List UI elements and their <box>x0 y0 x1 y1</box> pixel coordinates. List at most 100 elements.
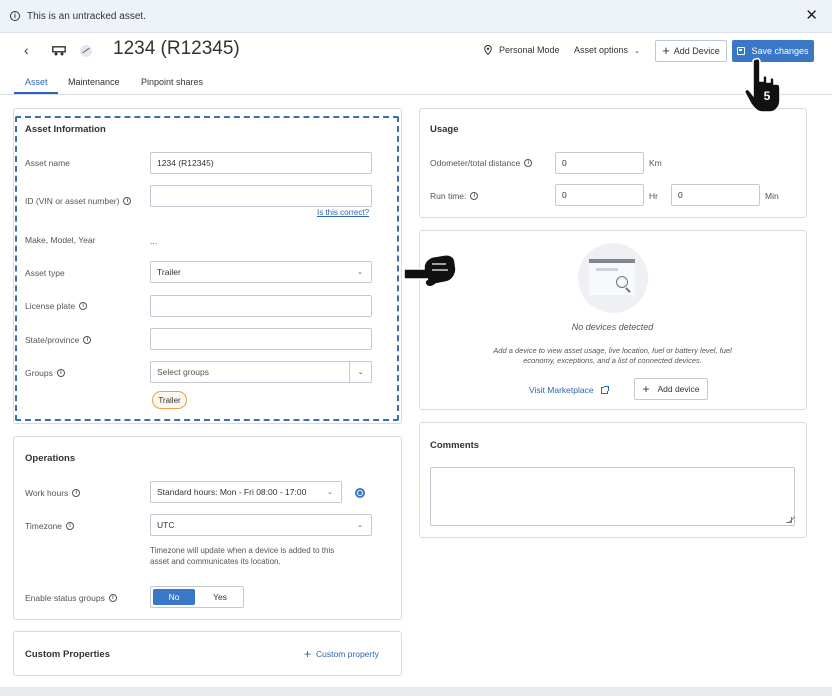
settings-gear-icon[interactable] <box>355 488 365 498</box>
odometer-label-text: Odometer/total distance <box>430 158 521 168</box>
state-province-input[interactable] <box>150 328 372 350</box>
groups-placeholder: Select groups <box>157 367 209 377</box>
back-chevron-icon[interactable]: ‹ <box>24 42 29 58</box>
plus-icon: + <box>642 382 650 396</box>
info-icon[interactable]: i <box>524 159 533 167</box>
work-hours-label: Work hours i <box>25 488 81 498</box>
toggle-yes[interactable]: Yes <box>199 589 241 605</box>
visit-marketplace-label: Visit Marketplace <box>529 385 594 395</box>
trailer-icon <box>52 46 66 56</box>
chevron-down-icon[interactable]: ⌄ <box>349 362 371 382</box>
visit-marketplace-link[interactable]: Visit Marketplace <box>529 385 609 395</box>
add-device-button[interactable]: + Add Device <box>655 40 727 62</box>
license-plate-label: License plate i <box>25 301 88 311</box>
tab-pinpoint-shares[interactable]: Pinpoint shares <box>141 77 203 87</box>
work-hours-select[interactable]: Standard hours: Mon - Fri 08:00 - 17:00 … <box>150 481 342 503</box>
offline-icon <box>80 45 92 57</box>
no-devices-description: Add a device to view asset usage, live l… <box>465 346 760 366</box>
run-time-label: Run time: i <box>430 191 479 201</box>
odometer-input[interactable]: 0 <box>555 152 644 174</box>
page-title: 1234 (R12345) <box>113 38 240 59</box>
tab-bar: Asset Maintenance Pinpoint shares <box>0 71 832 95</box>
toggle-no[interactable]: No <box>153 589 195 605</box>
custom-properties-title: Custom Properties <box>25 649 110 660</box>
timezone-select[interactable]: UTC ⌄ <box>150 514 372 536</box>
info-icon: i <box>10 11 20 21</box>
location-pin-icon <box>484 45 492 55</box>
timezone-label-text: Timezone <box>25 521 63 531</box>
id-label-text: ID (VIN or asset number) <box>25 196 120 206</box>
asset-name-input[interactable]: 1234 (R12345) <box>150 152 372 174</box>
asset-options-dropdown[interactable]: Asset options ⌄ <box>574 45 640 55</box>
resize-handle-icon[interactable] <box>786 517 792 523</box>
odometer-label: Odometer/total distance i <box>430 158 533 168</box>
tab-maintenance[interactable]: Maintenance <box>68 77 120 87</box>
run-time-minutes-input[interactable]: 0 <box>671 184 760 206</box>
license-plate-input[interactable] <box>150 295 372 317</box>
external-link-icon <box>600 385 609 394</box>
asset-type-label: Asset type <box>25 268 65 278</box>
timezone-value: UTC <box>157 520 175 530</box>
work-hours-value: Standard hours: Mon - Fri 08:00 - 17:00 <box>157 487 307 497</box>
work-hours-label-text: Work hours <box>25 488 69 498</box>
no-devices-description-line-2: economy, exceptions, and a list of conne… <box>523 356 702 365</box>
asset-type-select[interactable]: Trailer ⌄ <box>150 261 372 283</box>
cursor-badge-number: 5 <box>764 89 771 103</box>
close-icon[interactable]: ✕ <box>805 8 818 23</box>
add-device-card-button[interactable]: + Add device <box>634 378 708 400</box>
chevron-down-icon: ⌄ <box>357 522 363 529</box>
state-label-text: State/province <box>25 335 80 345</box>
make-model-year-value: ... <box>150 236 158 246</box>
group-chip-trailer[interactable]: Trailer <box>152 391 187 409</box>
status-groups-toggle[interactable]: No Yes <box>150 586 244 608</box>
id-input[interactable] <box>150 185 372 207</box>
magnifier-icon <box>616 276 628 288</box>
info-icon[interactable]: i <box>72 489 81 497</box>
run-time-hours-unit: Hr <box>649 191 658 201</box>
info-icon[interactable]: i <box>123 197 132 205</box>
timezone-note-line-1: Timezone will update when a device is ad… <box>150 546 335 555</box>
device-box-line <box>596 268 618 271</box>
operations-title: Operations <box>25 453 76 464</box>
groups-label-text: Groups <box>25 368 53 378</box>
tab-asset[interactable]: Asset <box>25 77 48 87</box>
comments-textarea[interactable] <box>430 467 795 526</box>
no-devices-description-line-1: Add a device to view asset usage, live l… <box>493 346 732 355</box>
add-device-card-label: Add device <box>657 384 700 394</box>
custom-property-label: Custom property <box>316 649 379 659</box>
info-icon[interactable]: i <box>66 522 75 530</box>
title-bar: ‹ 1234 (R12345) Personal Mode Asset opti… <box>0 33 832 71</box>
save-changes-label: Save changes <box>751 46 809 56</box>
run-time-minutes-unit: Min <box>765 191 779 201</box>
info-icon[interactable]: i <box>79 302 88 310</box>
asset-type-label-text: Asset type <box>25 268 65 278</box>
info-icon[interactable]: i <box>56 369 65 377</box>
asset-name-label-text: Asset name <box>25 158 70 168</box>
info-icon[interactable]: i <box>470 192 479 200</box>
timezone-label: Timezone i <box>25 521 75 531</box>
groups-label: Groups i <box>25 368 65 378</box>
info-icon[interactable]: i <box>108 594 117 602</box>
enable-status-groups-label: Enable status groups i <box>25 593 117 603</box>
asset-name-label: Asset name <box>25 158 70 168</box>
info-icon[interactable]: i <box>83 336 92 344</box>
chevron-down-icon: ⌄ <box>634 48 640 55</box>
groups-select[interactable]: Select groups ⌄ <box>150 361 372 383</box>
personal-mode-button[interactable]: Personal Mode <box>484 45 560 55</box>
bottom-scroll-area <box>0 687 832 696</box>
make-label-text: Make, Model, Year <box>25 235 96 245</box>
hand-pointer-cursor-icon: 5 <box>743 57 781 113</box>
pointing-hand-icon <box>403 253 457 288</box>
timezone-note-line-2: asset and communicates its location. <box>150 557 281 566</box>
usage-title: Usage <box>430 124 459 135</box>
asset-information-title: Asset Information <box>25 124 106 135</box>
plus-icon: + <box>304 647 312 661</box>
personal-mode-label: Personal Mode <box>499 45 560 55</box>
banner-text: This is an untracked asset. <box>27 10 146 22</box>
plus-icon: + <box>662 43 670 58</box>
add-custom-property-button[interactable]: + Custom property <box>304 647 379 661</box>
asset-type-value: Trailer <box>157 267 181 277</box>
is-this-correct-link[interactable]: Is this correct? <box>317 208 369 217</box>
make-model-year-label: Make, Model, Year <box>25 235 95 245</box>
run-time-hours-input[interactable]: 0 <box>555 184 644 206</box>
